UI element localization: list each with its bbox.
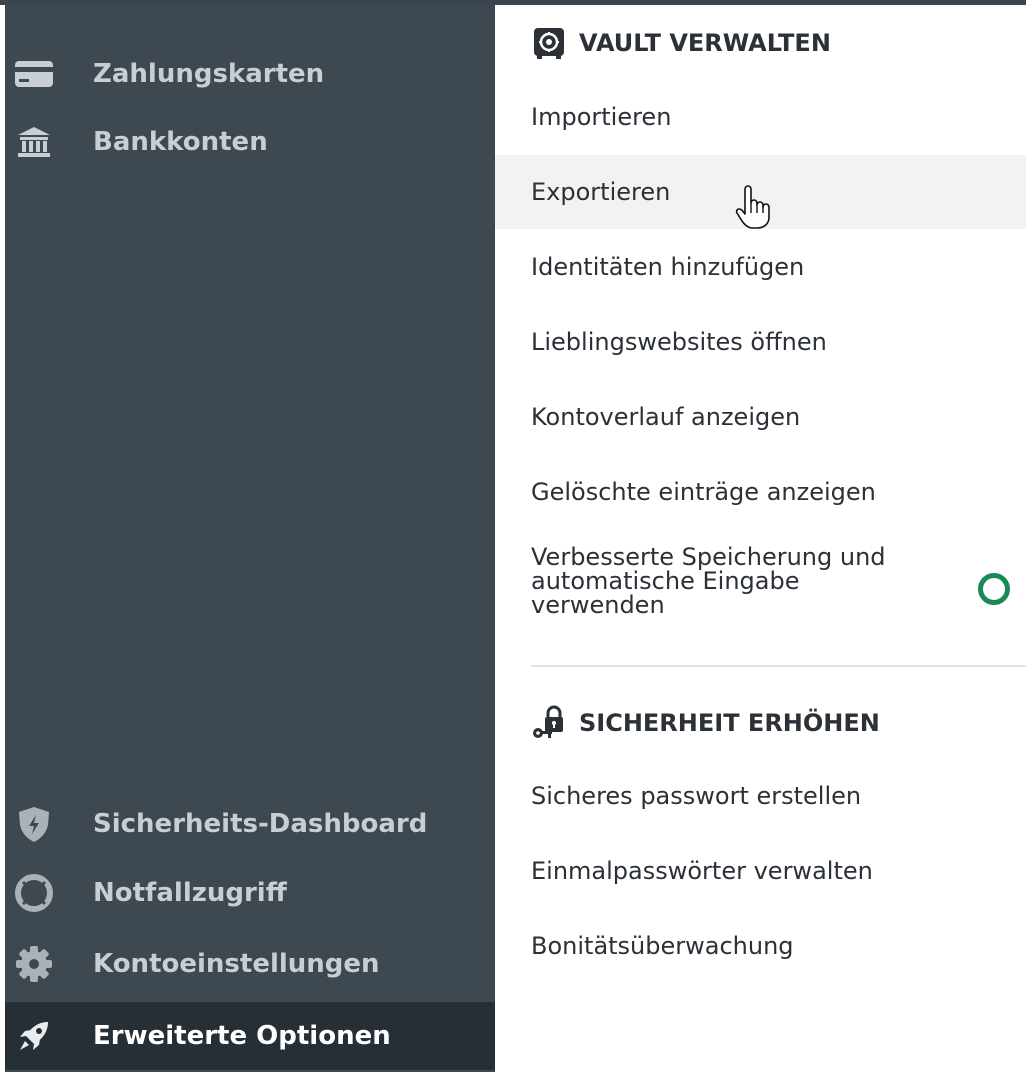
shield-icon: [14, 804, 54, 844]
enhanced-autofill-line: Verbesserte Speicherung und: [531, 543, 886, 571]
sidebar-item-advanced-options[interactable]: Erweiterte Optionen: [5, 1002, 495, 1070]
enhanced-autofill-toggle[interactable]: [978, 573, 1010, 605]
sidebar-item-label: Bankkonten: [93, 127, 268, 157]
menu-item-deleted-items[interactable]: Gelöschte einträge anzeigen: [495, 455, 1026, 529]
key-lock-icon: [531, 705, 567, 741]
menu-item-label: Kontoverlauf anzeigen: [531, 403, 801, 431]
vault-section-header: VAULT VERWALTEN: [531, 23, 831, 63]
hand-cursor-icon: [735, 185, 771, 229]
bank-icon: [14, 122, 54, 162]
menu-item-label: Identitäten hinzufügen: [531, 253, 805, 281]
menu-item-open-favorites[interactable]: Lieblingswebsites öffnen: [495, 305, 1026, 379]
menu-item-manage-otp[interactable]: Einmalpasswörter verwalten: [495, 834, 1026, 908]
enhanced-autofill-line: automatische Eingabe: [531, 567, 800, 595]
sidebar-item-label: Kontoeinstellungen: [93, 949, 380, 979]
menu-item-label: Lieblingswebsites öffnen: [531, 328, 827, 356]
sidebar-item-label: Notfallzugriff: [93, 878, 287, 908]
sidebar-item-label: Erweiterte Optionen: [93, 1021, 391, 1051]
menu-item-generate-password[interactable]: Sicheres passwort erstellen: [495, 759, 1026, 833]
security-section-header: SICHERHEIT ERHÖHEN: [531, 703, 880, 743]
menu-item-add-identities[interactable]: Identitäten hinzufügen: [495, 230, 1026, 304]
security-section-title: SICHERHEIT ERHÖHEN: [579, 709, 880, 737]
menu-item-label: Importieren: [531, 103, 672, 131]
sidebar-item-payment-cards[interactable]: Zahlungskarten: [5, 40, 495, 108]
menu-item-label: Sicheres passwort erstellen: [531, 782, 862, 810]
sidebar-item-security-dashboard[interactable]: Sicherheits-Dashboard: [5, 790, 495, 858]
sidebar-item-emergency-access[interactable]: Notfallzugriff: [5, 859, 495, 927]
sidebar-item-account-settings[interactable]: Kontoeinstellungen: [5, 930, 495, 998]
credit-card-icon: [14, 54, 54, 94]
section-divider: [531, 665, 1026, 667]
menu-item-import[interactable]: Importieren: [495, 80, 1026, 154]
enhanced-autofill-label: Verbesserte Speicherung und automatische…: [531, 545, 931, 617]
menu-item-label: Exportieren: [531, 178, 671, 206]
sidebar: Zahlungskarten Bankkonten Sicherheits-Da…: [5, 5, 495, 1072]
sidebar-item-label: Sicherheits-Dashboard: [93, 809, 428, 839]
menu-item-label: Bonitätsüberwachung: [531, 932, 794, 960]
menu-item-credit-monitoring[interactable]: Bonitätsüberwachung: [495, 909, 1026, 983]
advanced-options-panel: VAULT VERWALTEN Importieren Exportieren …: [495, 5, 1026, 1072]
menu-item-account-history[interactable]: Kontoverlauf anzeigen: [495, 380, 1026, 454]
menu-item-label: Einmalpasswörter verwalten: [531, 857, 873, 885]
vault-section-title: VAULT VERWALTEN: [579, 29, 831, 57]
sidebar-item-label: Zahlungskarten: [93, 59, 325, 89]
vault-icon: [531, 25, 567, 61]
rocket-icon: [14, 1016, 54, 1056]
menu-item-label: Gelöschte einträge anzeigen: [531, 478, 876, 506]
enhanced-autofill-line: verwenden: [531, 591, 665, 619]
lifebuoy-icon: [14, 873, 54, 913]
sidebar-item-bank-accounts[interactable]: Bankkonten: [5, 108, 495, 176]
gear-icon: [14, 944, 54, 984]
